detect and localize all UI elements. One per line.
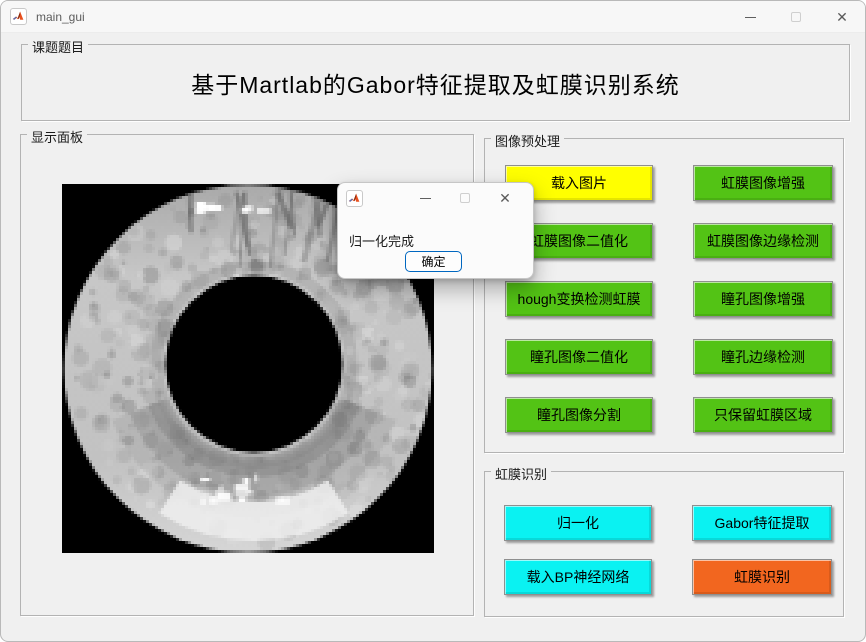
normalize-button[interactable]: 归一化 [504,505,652,541]
dialog-minimize-button[interactable] [405,183,445,213]
recognition-group-label: 虹膜识别 [491,464,551,483]
iris-edge-detect-button[interactable]: 虹膜图像边缘检测 [693,223,833,259]
dialog-close-button[interactable]: ✕ [485,183,525,213]
recognition-groupbox: 虹膜识别 归一化 Gabor特征提取载入BP神经网络 虹膜识别 [484,471,844,617]
window-titlebar: main_gui ✕ [1,1,865,33]
minimize-button[interactable] [727,1,773,33]
maximize-icon [460,193,470,203]
ok-button[interactable]: 确定 [405,251,462,272]
preprocess-groupbox: 图像预处理 载入图片虹膜图像增强虹膜图像二值化虹膜图像边缘检测hough变换检测… [484,138,844,453]
main-gui-window: main_gui ✕ 课题题目 基于Martlab的Gabor特征提取及虹膜识别… [0,0,866,642]
close-icon: ✕ [836,10,848,24]
preprocess-button-grid: 载入图片虹膜图像增强虹膜图像二值化虹膜图像边缘检测hough变换检测虹膜瞳孔图像… [505,165,833,433]
dialog-titlebar: ✕ [338,183,533,213]
hough-detect-iris-button[interactable]: hough变换检测虹膜 [505,281,653,317]
preprocess-group-label: 图像预处理 [491,131,564,150]
pupil-edge-detect-button[interactable]: 瞳孔边缘检测 [693,339,833,375]
message-dialog: ✕ 归一化完成 确定 [337,182,534,279]
dialog-maximize-button[interactable] [445,183,485,213]
pupil-segment-button[interactable]: 瞳孔图像分割 [505,397,653,433]
matlab-icon [346,190,363,207]
iris-enhance-button[interactable]: 虹膜图像增强 [693,165,833,201]
iris-recognize-button[interactable]: 虹膜识别 [692,559,832,595]
minimize-icon [745,17,756,18]
maximize-icon [791,12,801,22]
page-title: 基于Martlab的Gabor特征提取及虹膜识别系统 [191,66,680,100]
display-panel-group-label: 显示面板 [27,127,87,146]
close-button[interactable]: ✕ [819,1,865,33]
keep-iris-region-button[interactable]: 只保留虹膜区域 [693,397,833,433]
load-bp-network-button[interactable]: 载入BP神经网络 [504,559,652,595]
matlab-icon [10,8,27,25]
dialog-message: 归一化完成 [349,231,414,250]
window-title: main_gui [36,10,85,24]
pupil-binarize-button[interactable]: 瞳孔图像二值化 [505,339,653,375]
project-title-groupbox: 课题题目 基于Martlab的Gabor特征提取及虹膜识别系统 [21,44,850,121]
pupil-enhance-button[interactable]: 瞳孔图像增强 [693,281,833,317]
project-title-group-label: 课题题目 [28,37,88,56]
recognition-button-grid: 归一化 Gabor特征提取载入BP神经网络 虹膜识别 [504,505,832,595]
minimize-icon [420,198,431,199]
gabor-feature-extract-button[interactable]: Gabor特征提取 [692,505,832,541]
maximize-button[interactable] [773,1,819,33]
close-icon: ✕ [499,191,511,205]
